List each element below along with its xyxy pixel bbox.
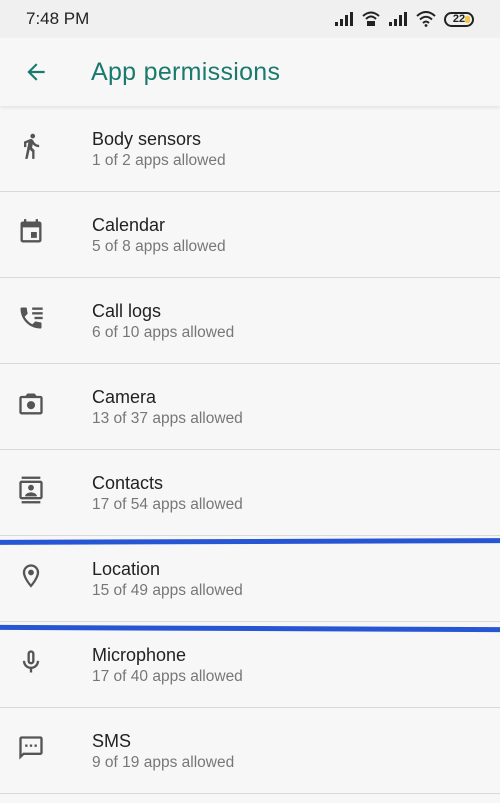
permission-count: 9 of 19 apps allowed [92, 754, 235, 771]
permission-count: 6 of 10 apps allowed [92, 324, 235, 341]
calendar-icon [20, 219, 42, 243]
battery-icon: 22 [444, 11, 474, 27]
app-bar: App permissions [0, 38, 500, 106]
permission-count: 17 of 54 apps allowed [92, 496, 243, 513]
wifi-icon [416, 11, 436, 27]
permission-item-sms[interactable]: SMS 9 of 19 apps allowed [0, 708, 500, 794]
permission-list: Body sensors 1 of 2 apps allowed Calenda… [0, 106, 500, 794]
back-button[interactable] [11, 47, 61, 97]
permission-item-camera[interactable]: Camera 13 of 37 apps allowed [0, 364, 500, 450]
microphone-icon [22, 650, 40, 673]
contacts-icon [19, 476, 43, 504]
permission-count: 15 of 49 apps allowed [92, 582, 243, 599]
location-icon [22, 564, 40, 588]
camera-icon [19, 393, 43, 415]
permission-name: Calendar [92, 215, 166, 235]
permission-name: Microphone [92, 645, 187, 665]
permission-name: Location [92, 559, 161, 579]
page-title: App permissions [91, 57, 281, 86]
sms-icon [19, 736, 43, 760]
status-icons: 22 [334, 11, 474, 27]
permission-item-body-sensors[interactable]: Body sensors 1 of 2 apps allowed [0, 106, 500, 192]
cell-signal-2-icon [389, 12, 407, 26]
wifi-calling-icon [362, 11, 380, 26]
status-time: 7:48 PM [26, 9, 90, 28]
permission-item-call-logs[interactable]: Call logs 6 of 10 apps allowed [0, 278, 500, 364]
permission-name: Call logs [92, 301, 162, 321]
call-log-icon [20, 307, 43, 329]
permission-name: Camera [92, 387, 157, 407]
permission-name: SMS [92, 731, 132, 751]
permission-count: 5 of 8 apps allowed [92, 238, 226, 255]
body-sensors-icon [24, 133, 40, 159]
permission-item-calendar[interactable]: Calendar 5 of 8 apps allowed [0, 192, 500, 278]
permission-item-contacts[interactable]: Contacts 17 of 54 apps allowed [0, 450, 500, 536]
cell-signal-icon [335, 12, 353, 26]
permission-item-location[interactable]: Location 15 of 49 apps allowed [0, 536, 500, 622]
battery-level: 22 [452, 13, 466, 25]
permission-count: 1 of 2 apps allowed [92, 152, 226, 169]
permission-count: 17 of 40 apps allowed [92, 668, 243, 685]
permission-item-microphone[interactable]: Microphone 17 of 40 apps allowed [0, 622, 500, 708]
permission-name: Contacts [92, 473, 164, 493]
permission-name: Body sensors [92, 129, 202, 149]
arrow-back-icon [27, 63, 45, 81]
permission-count: 13 of 37 apps allowed [92, 410, 243, 427]
status-bar: 7:48 PM 22 [0, 0, 500, 38]
